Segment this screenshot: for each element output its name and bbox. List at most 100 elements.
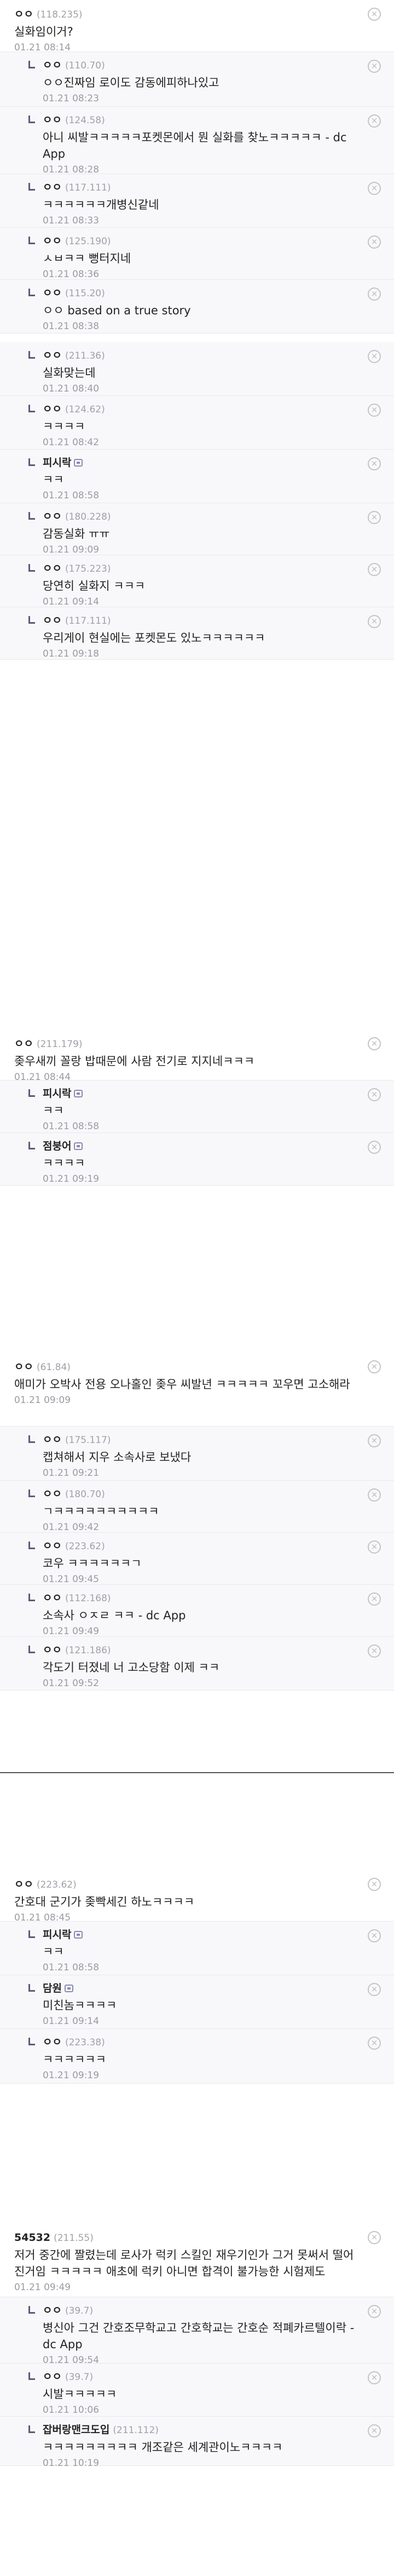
nickname[interactable]: 피시락 — [43, 1929, 71, 1941]
ip-address: (175.117) — [65, 1435, 111, 1446]
comment-header: ㅇㅇ (39.7) — [43, 2370, 356, 2384]
comment-header: 54532 (211.55) — [14, 2231, 356, 2245]
close-circle-icon[interactable]: × — [368, 1929, 381, 1942]
reply-comment: 피시락 ㅋㅋ 01.21 08:58 × — [0, 1080, 394, 1133]
nickname[interactable]: 점붕어 — [43, 1140, 71, 1152]
close-circle-icon[interactable]: × — [368, 1540, 381, 1554]
reply-comment: ㅇㅇ (121.186) 각도기 터졌네 너 고소당함 이제 ㅋㅋ 01.21 09:… — [0, 1637, 394, 1691]
close-circle-icon[interactable]: × — [368, 1488, 381, 1502]
nickname[interactable]: ㅇㅇ — [43, 2036, 62, 2048]
nickname[interactable]: ㅇㅇ — [43, 1488, 62, 1500]
reply-arrow-icon — [28, 289, 35, 296]
close-circle-icon[interactable]: × — [368, 457, 381, 470]
comment-header: 잡버랑맨크도입 (211.112) — [43, 2423, 356, 2437]
nickname[interactable]: ㅇㅇ — [43, 562, 62, 574]
close-circle-icon[interactable]: × — [368, 615, 381, 628]
reply-arrow-icon — [28, 116, 35, 123]
comment: ㅇㅇ (211.179) 좆우새끼 꼴랑 밥때문에 사람 전기로 지지네ㅋㅋㅋ 01.… — [0, 1030, 394, 1083]
nickname[interactable]: ㅇㅇ — [43, 1540, 62, 1552]
reply-comment: 피시락 ㅋㅋ 01.21 08:58 × — [0, 1922, 394, 1975]
nickname[interactable]: ㅇㅇ — [43, 1644, 62, 1656]
close-circle-icon[interactable]: × — [368, 1592, 381, 1606]
nickname[interactable]: ㅇㅇ — [43, 349, 62, 361]
reply-comment: 피시락 ㅋㅋ 01.21 08:58 × — [0, 450, 394, 503]
close-circle-icon[interactable]: × — [368, 1878, 381, 1891]
nickname[interactable]: ㅇㅇ — [43, 2371, 62, 2383]
nickname[interactable]: 잡버랑맨크도입 — [43, 2424, 109, 2436]
close-circle-icon[interactable]: × — [368, 1983, 381, 1996]
close-circle-icon[interactable]: × — [368, 563, 381, 576]
nickname[interactable]: ㅇㅇ — [43, 510, 62, 522]
comment-header: ㅇㅇ (175.223) — [43, 562, 356, 576]
close-circle-icon[interactable]: × — [368, 350, 381, 363]
nickname[interactable]: ㅇㅇ — [43, 1434, 62, 1446]
close-circle-icon[interactable]: × — [368, 1037, 381, 1050]
nickname[interactable]: ㅇㅇ — [43, 59, 62, 71]
reply-arrow-icon — [28, 1984, 35, 1992]
comment-header: 점붕어 — [43, 1140, 356, 1153]
nickname[interactable]: ㅇㅇ — [43, 181, 62, 193]
comment-header: ㅇㅇ (117.111) — [43, 181, 356, 194]
nickname[interactable]: ㅇㅇ — [43, 2304, 62, 2316]
comment-text: 캡쳐해서 지우 소속사로 보냈다 — [43, 1451, 192, 1464]
close-circle-icon[interactable]: × — [368, 2371, 381, 2384]
close-circle-icon[interactable]: × — [368, 288, 381, 301]
close-circle-icon[interactable]: × — [368, 2424, 381, 2437]
ip-address: (118.235) — [36, 9, 83, 20]
comment-text: ㅋㅋㅋㅋㅋㅋ개병신같네 — [43, 198, 159, 211]
section-divider — [0, 1772, 394, 1773]
nickname[interactable]: ㅇㅇ — [43, 114, 62, 126]
reply-comment: 잡버랑맨크도입 (211.112) ㅋㅋㅋㅋㅋㅋㅋㅋㅋ 개조같은 세계관이노ㅋㅋㅋㅋ… — [0, 2417, 394, 2469]
ip-address: (175.223) — [65, 564, 111, 574]
reply-arrow-icon — [28, 351, 35, 359]
comment-text: ㅅㅂㅋㅋ 뻥터지네 — [43, 252, 131, 265]
close-circle-icon[interactable]: × — [368, 8, 381, 21]
close-circle-icon[interactable]: × — [368, 2231, 381, 2244]
close-circle-icon[interactable]: × — [368, 2037, 381, 2050]
close-circle-icon[interactable]: × — [368, 1360, 381, 1373]
comment-text: ㅋㅋㅋㅋ — [43, 1157, 85, 1170]
close-circle-icon[interactable]: × — [368, 1141, 381, 1154]
comment-text: ㅋㅋ — [43, 1104, 64, 1117]
reply-arrow-icon — [28, 2306, 35, 2314]
nickname[interactable]: ㅇㅇ — [14, 1038, 33, 1050]
comment-text: 당연히 실화지 ㅋㅋㅋ — [43, 579, 146, 593]
nickname[interactable]: ㅇㅇ — [43, 1592, 62, 1604]
close-circle-icon[interactable]: × — [368, 2305, 381, 2318]
ip-address: (211.112) — [113, 2425, 159, 2436]
nickname[interactable]: ㅇㅇ — [43, 614, 62, 626]
nickname[interactable]: ㅇㅇ — [14, 8, 33, 20]
nickname[interactable]: ㅇㅇ — [43, 287, 62, 299]
nickname[interactable]: 54532 — [14, 2232, 50, 2244]
ip-address: (117.111) — [65, 182, 111, 193]
close-circle-icon[interactable]: × — [368, 182, 381, 195]
comment-text: ㅋㅋㅋㅋ — [43, 420, 85, 433]
close-circle-icon[interactable]: × — [368, 60, 381, 73]
nickname[interactable]: 피시락 — [43, 457, 71, 469]
reply-arrow-icon — [28, 1930, 35, 1938]
nickname[interactable]: ㅇㅇ — [43, 403, 62, 415]
close-circle-icon[interactable]: × — [368, 235, 381, 249]
nickname[interactable]: ㅇㅇ — [43, 235, 62, 247]
nickname[interactable]: 피시락 — [43, 1088, 71, 1100]
comment-text: 코우 ㅋㅋㅋㅋㅋㅋㄱ — [43, 1557, 142, 1570]
nickname[interactable]: ㅇㅇ — [14, 1361, 33, 1373]
comment-text: 병신아 그건 간호조무학교고 간호학교는 간호순 적폐카르텔이락 - dc Ap… — [43, 2321, 355, 2351]
comment-header: 피시락 — [43, 456, 356, 469]
comment-date: 01.21 09:21 — [43, 1468, 100, 1479]
close-circle-icon[interactable]: × — [368, 1088, 381, 1101]
reply-arrow-icon — [28, 2425, 35, 2433]
nickname[interactable]: ㅇㅇ — [14, 1878, 33, 1890]
comment-text: 우리게이 현실에는 포켓몬도 있노ㅋㅋㅋㅋㅋㅋ — [43, 631, 265, 645]
ip-address: (39.7) — [65, 2372, 94, 2383]
comment-date: 01.21 08:38 — [43, 321, 100, 332]
ip-address: (223.38) — [65, 2037, 105, 2048]
ip-address: (211.55) — [54, 2233, 94, 2244]
comment-text: ㄱㅋㅋㅋㅋㅋㅋㅋㅋㅋㅋ — [43, 1505, 159, 1518]
close-circle-icon[interactable]: × — [368, 404, 381, 417]
close-circle-icon[interactable]: × — [368, 511, 381, 524]
close-circle-icon[interactable]: × — [368, 114, 381, 128]
close-circle-icon[interactable]: × — [368, 1645, 381, 1658]
nickname[interactable]: 담원 — [43, 1982, 62, 1994]
close-circle-icon[interactable]: × — [368, 1434, 381, 1447]
